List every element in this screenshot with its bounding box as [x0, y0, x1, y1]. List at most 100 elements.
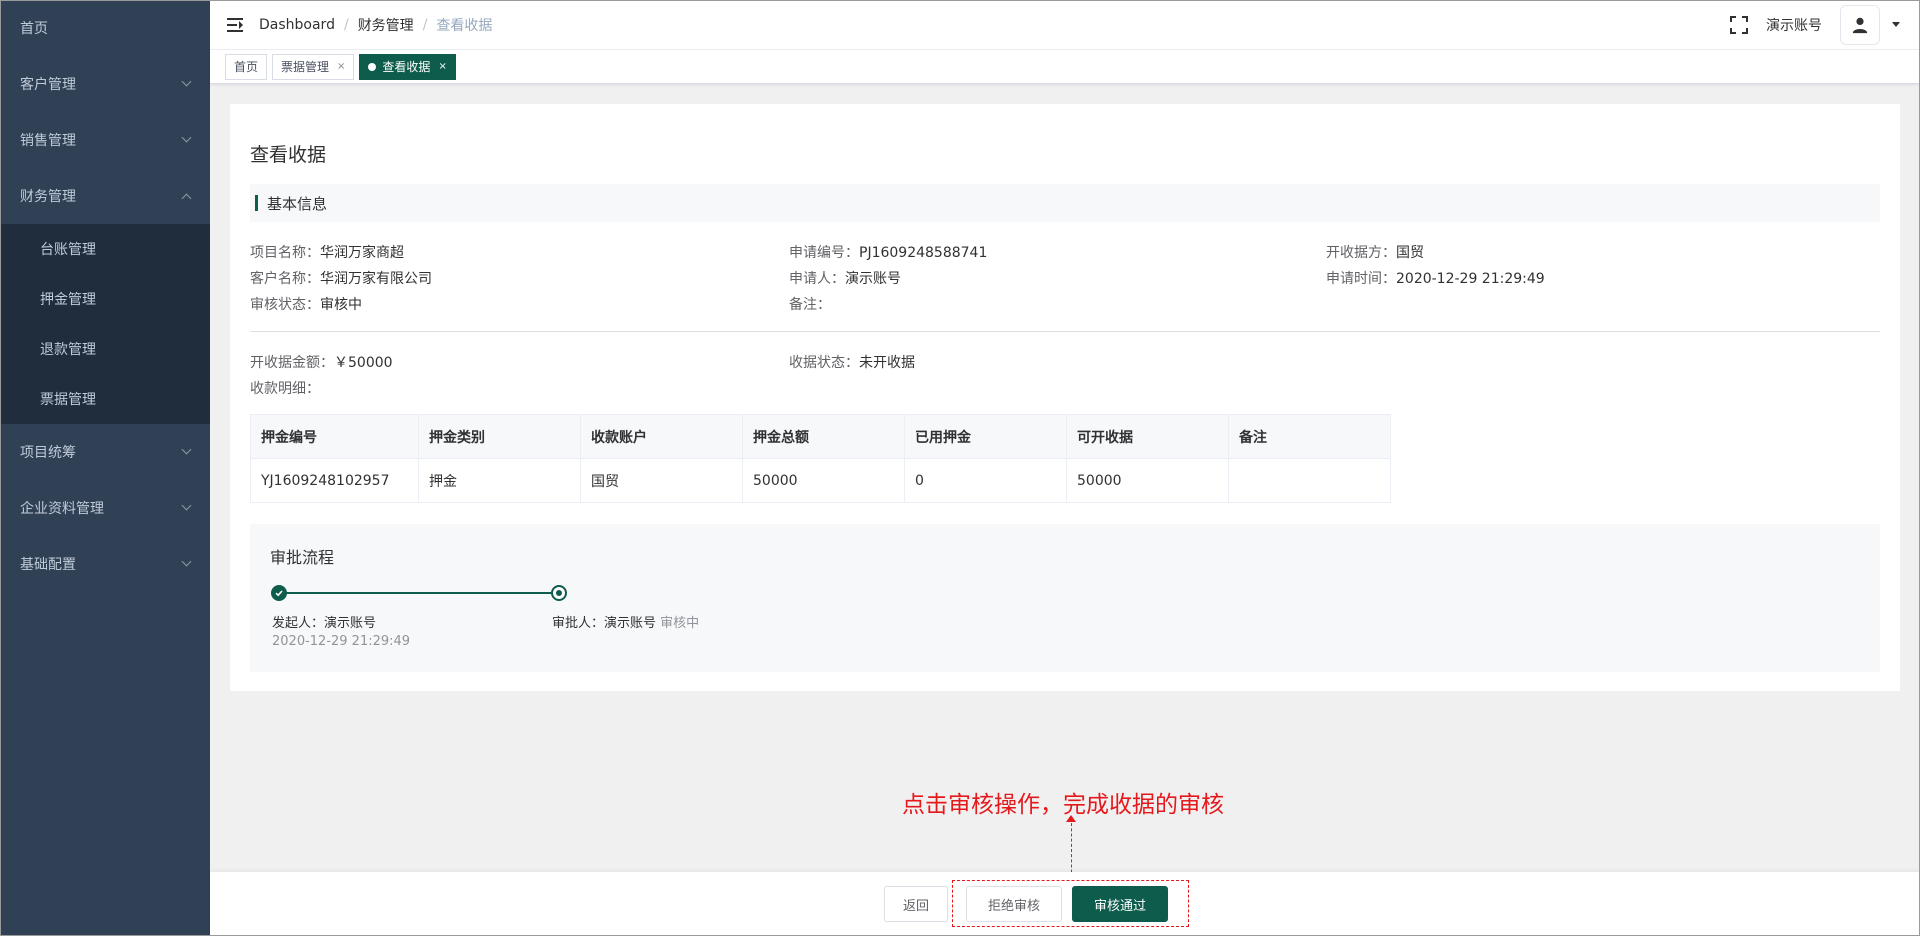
sidebar-item-label: 票据管理 [40, 392, 96, 408]
section-bar [255, 195, 258, 211]
info-value: 2020-12-29 21:29:49 [1396, 271, 1545, 287]
table-cell [1228, 458, 1391, 503]
breadcrumb-dashboard[interactable]: Dashboard [259, 17, 335, 33]
sidebar-item-label: 项目统筹 [20, 445, 76, 461]
finance-submenu: 台账管理 押金管理 退款管理 票据管理 [0, 224, 210, 424]
sidebar-item-ledger[interactable]: 台账管理 [0, 224, 210, 274]
info-label: 备注： [789, 297, 831, 313]
breadcrumb: Dashboard / 财务管理 / 查看收据 [259, 15, 492, 35]
info-value: 华润万家有限公司 [320, 271, 432, 287]
table-cell: 50000 [742, 458, 905, 503]
sidebar-item-label: 基础配置 [20, 557, 76, 573]
info-apply-no: 申请编号：PJ1609248588741 [789, 242, 987, 262]
chevron-down-icon [181, 444, 192, 455]
column-header: 收款账户 [580, 414, 743, 459]
current-step-icon [551, 585, 567, 601]
info-detail-label: 收款明细： [250, 378, 320, 398]
column-header: 押金类别 [418, 414, 581, 459]
column-header: 押金编号 [250, 414, 419, 459]
chevron-down-icon [181, 76, 192, 87]
info-label: 收款明细： [250, 381, 320, 397]
table-cell: 国贸 [580, 458, 743, 503]
chevron-up-icon [181, 193, 192, 203]
table-row: YJ1609248102957 押金 国贸 50000 0 50000 [250, 458, 1391, 503]
info-label: 申请编号： [789, 245, 859, 261]
sidebar-item-refund[interactable]: 退款管理 [0, 324, 210, 374]
sidebar-item-enterprise[interactable]: 企业资料管理 [0, 480, 210, 536]
tags-view: 首页 票据管理 × 查看收据 × [210, 50, 1920, 84]
info-issuer: 开收据方：国贸 [1326, 242, 1424, 262]
avatar[interactable] [1840, 4, 1880, 45]
user-icon [1852, 17, 1868, 33]
sidebar-item-label: 企业资料管理 [20, 501, 104, 517]
fullscreen-icon[interactable] [1730, 15, 1748, 34]
hamburger-icon[interactable] [227, 17, 243, 32]
chevron-down-icon [181, 500, 192, 511]
sidebar-item-finance[interactable]: 财务管理 [0, 168, 210, 224]
flow-approver-status: 审核中 [660, 616, 700, 631]
close-icon[interactable]: × [337, 55, 345, 79]
receipt-card: 查看收据 基本信息 项目名称：华润万家商超 申请编号：PJ16092485887… [230, 104, 1900, 691]
info-value: 未开收据 [859, 355, 915, 371]
sidebar-item-sales[interactable]: 销售管理 [0, 112, 210, 168]
section-header: 基本信息 [250, 184, 1880, 222]
chevron-down-icon [181, 556, 192, 567]
tag-receipts[interactable]: 票据管理 × [272, 53, 355, 80]
section-title: 基本信息 [267, 194, 328, 213]
info-apply-time: 申请时间：2020-12-29 21:29:49 [1326, 268, 1545, 288]
info-label: 收据状态： [789, 355, 859, 371]
sidebar-item-receipts[interactable]: 票据管理 [0, 374, 210, 424]
page-title: 查看收据 [250, 144, 327, 166]
table-cell: 0 [904, 458, 1067, 503]
sidebar-item-customers[interactable]: 客户管理 [0, 56, 210, 112]
divider [250, 331, 1880, 332]
sidebar-item-label: 押金管理 [40, 292, 96, 308]
sidebar-item-home[interactable]: 首页 [0, 0, 210, 56]
table-header-row: 押金编号 押金类别 收款账户 押金总额 已用押金 可开收据 备注 [250, 414, 1391, 459]
tag-label: 票据管理 [281, 59, 330, 74]
table-cell: YJ1609248102957 [250, 458, 419, 503]
flow-title: 审批流程 [270, 548, 335, 567]
approval-flow: 审批流程 发起人：演示账号 2020-12-29 21:29:49 审批人：演示… [250, 524, 1880, 672]
info-project-name: 项目名称：华润万家商超 [250, 242, 404, 262]
breadcrumb-current: 查看收据 [436, 17, 493, 34]
active-dot-icon [368, 62, 377, 71]
tag-label: 首页 [234, 59, 259, 74]
username: 演示账号 [1766, 17, 1822, 34]
info-label: 审核状态： [250, 297, 320, 313]
flow-line [280, 592, 561, 594]
info-value: 审核中 [320, 297, 362, 313]
sidebar-item-label: 退款管理 [40, 342, 96, 358]
column-header: 押金总额 [742, 414, 905, 459]
caret-down-icon[interactable] [1892, 22, 1900, 27]
info-label: 开收据方： [1326, 245, 1396, 261]
annotation-text: 点击审核操作，完成收据的审核 [902, 792, 1224, 818]
sidebar-item-label: 销售管理 [20, 133, 76, 149]
navbar: Dashboard / 财务管理 / 查看收据 演示账号 [210, 0, 1920, 50]
info-amount: 开收据金额：￥50000 [250, 352, 393, 372]
column-header: 已用押金 [904, 414, 1067, 459]
tag-home[interactable]: 首页 [225, 53, 268, 80]
info-audit-status: 审核状态：审核中 [250, 294, 362, 314]
info-customer: 客户名称：华润万家有限公司 [250, 268, 432, 288]
column-header: 可开收据 [1066, 414, 1229, 459]
sidebar-item-projects[interactable]: 项目统筹 [0, 424, 210, 480]
tag-view-receipt[interactable]: 查看收据 × [359, 53, 456, 80]
sidebar-item-label: 台账管理 [40, 242, 96, 258]
info-value: 国贸 [1396, 245, 1424, 261]
info-applicant: 申请人：演示账号 [789, 268, 901, 288]
flow-approver-name: 审批人：演示账号 [552, 616, 657, 631]
info-value: ￥50000 [334, 355, 393, 371]
sidebar-item-label: 首页 [20, 21, 48, 37]
sidebar-item-config[interactable]: 基础配置 [0, 536, 210, 592]
back-button[interactable]: 返回 [884, 886, 948, 922]
info-value: 华润万家商超 [320, 245, 404, 261]
flow-initiator: 发起人：演示账号 [272, 616, 377, 631]
close-icon[interactable]: × [438, 55, 446, 79]
sidebar-item-deposit[interactable]: 押金管理 [0, 274, 210, 324]
table-cell: 押金 [418, 458, 581, 503]
sidebar: 首页 客户管理 销售管理 财务管理 台账管理 押金管理 退款管理 票据管理 项目… [0, 0, 210, 936]
breadcrumb-finance[interactable]: 财务管理 [358, 15, 414, 35]
breadcrumb-separator: / [422, 16, 428, 33]
breadcrumb-separator: / [343, 16, 349, 33]
